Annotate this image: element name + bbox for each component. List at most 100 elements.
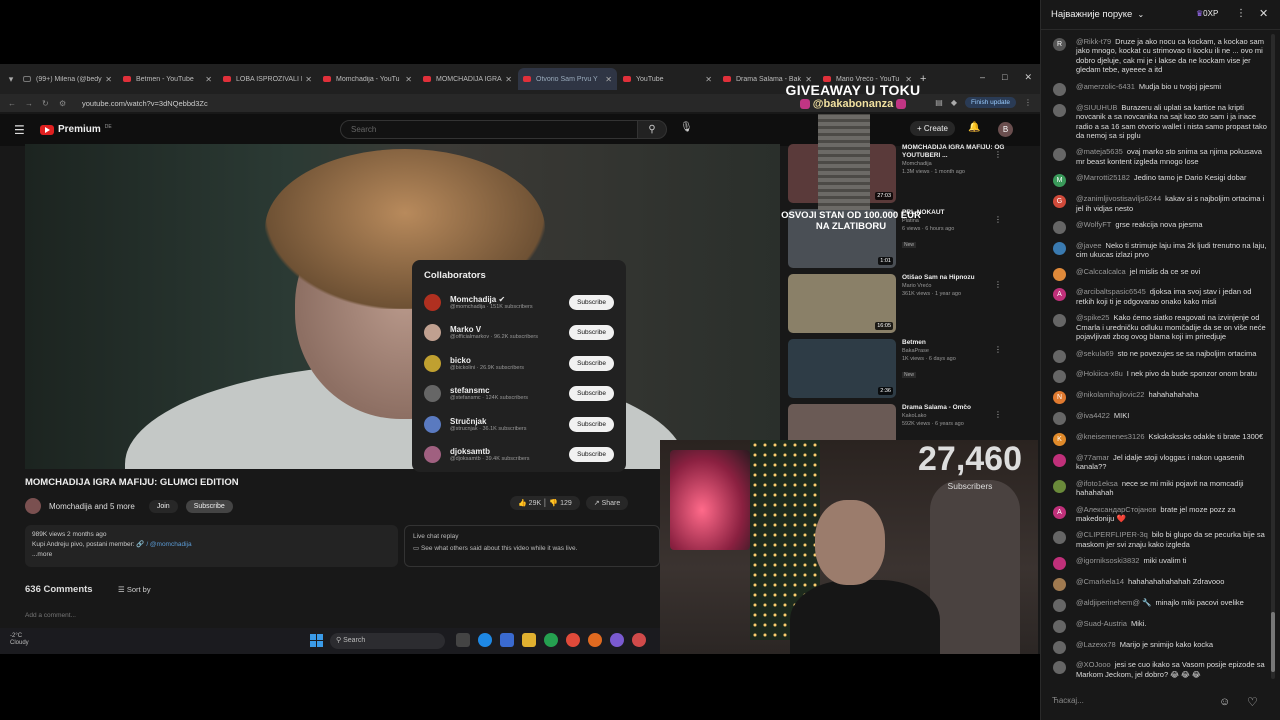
maximize-icon[interactable]: □ bbox=[1002, 72, 1007, 83]
related-title[interactable]: Betmen bbox=[902, 339, 1006, 347]
browser-tab[interactable]: Betmen - YouTube ✕ bbox=[118, 68, 217, 90]
chat-author[interactable]: @WolfyFT bbox=[1076, 220, 1111, 229]
chat-author[interactable]: @igorniksoski3832 bbox=[1076, 556, 1139, 565]
related-title[interactable]: Otišao Sam na Hipnozu bbox=[902, 274, 1006, 282]
youtube-logo[interactable]: Premium DE bbox=[40, 124, 112, 135]
collaborator-avatar[interactable] bbox=[424, 324, 441, 342]
description-more[interactable]: ...more bbox=[32, 550, 391, 560]
browser-tab[interactable]: Momchadija - YouTu ✕ bbox=[318, 68, 417, 90]
join-button[interactable]: Join bbox=[148, 499, 178, 513]
chrome-icon[interactable] bbox=[566, 633, 580, 647]
chat-avatar[interactable] bbox=[1053, 82, 1066, 96]
chat-avatar[interactable] bbox=[1053, 220, 1066, 234]
chat-author[interactable]: @sekula69 bbox=[1076, 349, 1114, 358]
close-tab-icon[interactable]: ✕ bbox=[305, 75, 312, 84]
collaborator-subscribe-button[interactable]: Subscribe bbox=[569, 447, 614, 463]
share-button[interactable]: ↗ Share bbox=[585, 496, 629, 510]
chat-author[interactable]: @zanimljivostisaviljs6244 bbox=[1076, 194, 1161, 203]
browser-tab[interactable]: LOBA ISPROZIVALI K ✕ bbox=[218, 68, 317, 90]
chat-avatar[interactable] bbox=[1053, 640, 1066, 654]
collaborator-subscribe-button[interactable]: Subscribe bbox=[569, 386, 614, 402]
more-options-icon[interactable]: ⋮ bbox=[994, 150, 1002, 159]
taskbar-search[interactable]: ⚲ Search bbox=[330, 633, 445, 649]
add-comment-input[interactable]: Add a comment... bbox=[25, 612, 76, 619]
edge-icon[interactable] bbox=[478, 633, 492, 647]
url-text[interactable]: youtube.com/watch?v=3dNQebbd3Zc bbox=[82, 99, 208, 108]
minimize-icon[interactable]: – bbox=[980, 72, 985, 83]
description-link[interactable]: 🔗 / @momchadija bbox=[136, 541, 191, 548]
chat-author[interactable]: @ifoto1eksa bbox=[1076, 479, 1118, 488]
chat-avatar[interactable] bbox=[1053, 661, 1066, 675]
chat-author[interactable]: @spike25 bbox=[1076, 313, 1109, 322]
chat-author[interactable]: @Calccalcalca bbox=[1076, 267, 1126, 276]
chat-input[interactable]: Ћаскај... bbox=[1046, 690, 1216, 712]
chat-author[interactable]: @Suad-Austria bbox=[1076, 619, 1127, 628]
chat-author[interactable]: @amerzolic-6431 bbox=[1076, 82, 1135, 91]
channel-avatar[interactable] bbox=[25, 498, 41, 514]
chat-avatar[interactable] bbox=[1053, 578, 1066, 592]
chat-avatar[interactable]: N bbox=[1053, 391, 1066, 405]
chat-author[interactable]: @SIUUHUB bbox=[1076, 103, 1117, 112]
notifications-icon[interactable]: 🔔 bbox=[968, 122, 980, 133]
subscribe-button[interactable]: Subscribe bbox=[185, 499, 233, 513]
collaborator-avatar[interactable] bbox=[424, 385, 441, 403]
close-tab-icon[interactable]: ✕ bbox=[405, 75, 412, 84]
close-tab-icon[interactable]: ✕ bbox=[705, 75, 712, 84]
collaborator-subscribe-button[interactable]: Subscribe bbox=[569, 325, 614, 341]
emoji-icon[interactable]: ☺ bbox=[1219, 696, 1230, 708]
discord-icon[interactable] bbox=[610, 633, 624, 647]
start-icon[interactable] bbox=[310, 634, 323, 647]
create-button[interactable]: + Create bbox=[910, 121, 955, 136]
related-video[interactable]: 16:05 Otišao Sam na Hipnozu Mario Vrećo 361… bbox=[788, 274, 1018, 339]
xp-badge[interactable]: ♛0XP bbox=[1196, 9, 1218, 18]
sidebar-icon[interactable]: ▤ bbox=[935, 98, 943, 107]
related-channel[interactable]: Mario Vrećo bbox=[902, 282, 1006, 290]
collaborator-name[interactable]: djoksamtb bbox=[450, 447, 569, 456]
chat-avatar[interactable]: G bbox=[1053, 195, 1066, 209]
related-video[interactable]: 2:36 Betmen BakaPrase 1K views · 6 days ago… bbox=[788, 339, 1018, 404]
chat-avatar[interactable] bbox=[1053, 314, 1066, 328]
collaborator-avatar[interactable] bbox=[424, 354, 441, 372]
more-options-icon[interactable]: ⋮ bbox=[994, 345, 1002, 354]
chat-scrollbar[interactable] bbox=[1271, 34, 1275, 679]
chat-author[interactable]: @Cmarkela14 bbox=[1076, 577, 1124, 586]
chat-avatar[interactable] bbox=[1053, 453, 1066, 467]
chat-author[interactable]: @iva4422 bbox=[1076, 411, 1110, 420]
account-avatar[interactable]: B bbox=[998, 122, 1013, 137]
like-button[interactable]: 👍 29K │ 👎 129 bbox=[510, 496, 580, 510]
close-tab-icon[interactable]: ✕ bbox=[505, 75, 512, 84]
collaborator-subscribe-button[interactable]: Subscribe bbox=[569, 416, 614, 432]
collaborator-avatar[interactable] bbox=[424, 446, 441, 464]
channel-name[interactable]: Momchadija and 5 more bbox=[49, 502, 135, 511]
chat-author[interactable]: @javee bbox=[1076, 241, 1102, 250]
chat-author[interactable]: @CLIPERFLIPER-3q bbox=[1076, 530, 1148, 539]
collaborator-name[interactable]: bicko bbox=[450, 356, 569, 365]
chat-author[interactable]: @Rikk-t79 bbox=[1076, 37, 1111, 46]
related-thumbnail[interactable]: 16:05 bbox=[788, 274, 896, 333]
collaborator-name[interactable]: Marko V bbox=[450, 325, 569, 334]
chat-avatar[interactable]: R bbox=[1053, 37, 1066, 51]
browser-tab[interactable]: MOMCHADIJA IGRA ✕ bbox=[418, 68, 517, 90]
back-icon[interactable]: ← bbox=[8, 99, 25, 108]
collaborator-name[interactable]: stefansmc bbox=[450, 386, 569, 395]
more-options-icon[interactable]: ⋮ bbox=[994, 215, 1002, 224]
chat-author[interactable]: @Hokiica-x8u bbox=[1076, 369, 1123, 378]
chat-avatar[interactable] bbox=[1053, 103, 1066, 117]
chat-scroll-thumb[interactable] bbox=[1271, 612, 1275, 672]
weather-widget[interactable]: -2°C Cloudy bbox=[10, 633, 29, 647]
browser-tab[interactable]: (99+) Milena (@bedyn ✕ bbox=[18, 68, 117, 90]
finish-update-button[interactable]: Finish update bbox=[964, 97, 1016, 108]
more-options-icon[interactable]: ⋮ bbox=[994, 280, 1002, 289]
chat-avatar[interactable] bbox=[1053, 267, 1066, 281]
collaborator-avatar[interactable] bbox=[424, 293, 441, 311]
chat-avatar[interactable] bbox=[1053, 370, 1066, 384]
related-thumbnail[interactable]: 2:36 bbox=[788, 339, 896, 398]
chat-author[interactable]: @XOJooo bbox=[1076, 660, 1111, 669]
collaborator-subscribe-button[interactable]: Subscribe bbox=[569, 355, 614, 371]
task-view-icon[interactable] bbox=[456, 633, 470, 647]
search-icon[interactable]: ⚲ bbox=[637, 120, 667, 139]
chat-more-icon[interactable]: ⋮ bbox=[1236, 8, 1246, 19]
related-channel[interactable]: KakoLako bbox=[902, 412, 1006, 420]
description-box[interactable]: 989K views 2 months ago Kupi Andreju piv… bbox=[25, 525, 398, 567]
collaborator-name[interactable]: Stručnjak bbox=[450, 417, 569, 426]
